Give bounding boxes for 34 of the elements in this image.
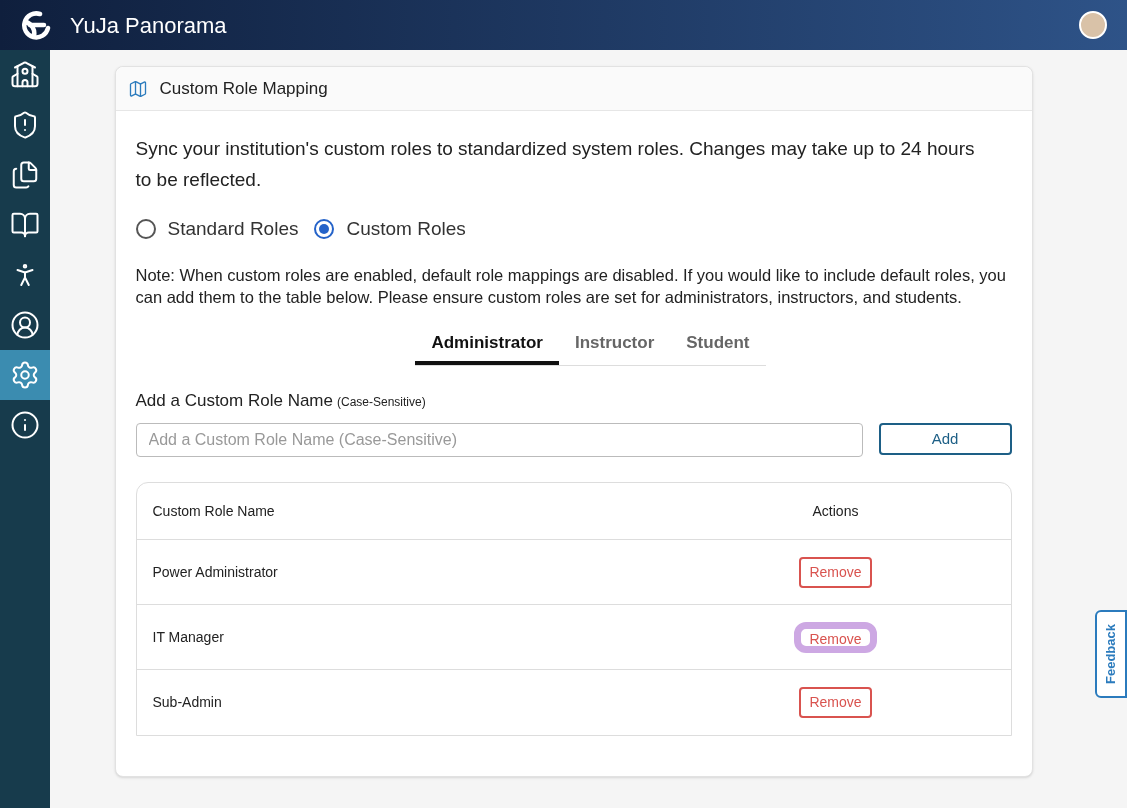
radio-label: Standard Roles xyxy=(167,217,299,241)
book-icon xyxy=(10,210,40,240)
settings-icon xyxy=(10,360,40,390)
table-cell-text: Power Administrator xyxy=(151,562,279,582)
description: Sync your institution's custom roles to standardized system roles. Changes may take up to 24 hours to be reflected. xyxy=(135,137,976,192)
radio-button[interactable] xyxy=(135,219,156,240)
user-icon xyxy=(10,310,40,340)
map-icon xyxy=(127,78,148,99)
feedback-tab[interactable]: Feedback xyxy=(1095,610,1127,698)
avatar[interactable] xyxy=(1079,11,1107,39)
tab[interactable]: Student xyxy=(670,325,766,365)
remove-button[interactable]: Remove xyxy=(799,687,872,718)
school-icon xyxy=(10,60,40,90)
add-button[interactable]: Add xyxy=(878,423,1012,455)
note-text: Note: When custom roles are enabled, default role mappings are disabled. If you would like to include default roles, you can add them to the table below. Please ensure custom roles are set for administrators, instructors, and students. xyxy=(135,264,1007,308)
column-header: Custom Role Name xyxy=(151,501,276,521)
app-name: YuJa Panorama xyxy=(70,11,227,40)
radio-option[interactable]: Custom Roles xyxy=(314,215,466,244)
remove-button[interactable]: Remove xyxy=(794,621,877,653)
role-name-input[interactable]: Add a Custom Role Name (Case-Sensitive) xyxy=(135,423,863,457)
info-icon xyxy=(10,410,40,440)
card-title: Custom Role Mapping xyxy=(159,77,328,100)
remove-button[interactable]: Remove xyxy=(799,556,872,588)
radio-option[interactable]: Standard Roles xyxy=(135,215,299,244)
radio-button[interactable] xyxy=(314,219,335,240)
field-label: Add a Custom Role Name xyxy=(135,389,333,412)
column-header: Actions xyxy=(811,501,860,521)
tab[interactable]: Administrator xyxy=(415,325,559,365)
field-hint: (Case-Sensitive) xyxy=(337,393,426,411)
documents-icon xyxy=(10,160,40,190)
radio-label: Custom Roles xyxy=(346,217,466,241)
table-cell-text: IT Manager xyxy=(151,627,225,647)
table-cell-text: Sub-Admin xyxy=(151,693,223,712)
tab[interactable]: Instructor xyxy=(558,325,671,365)
